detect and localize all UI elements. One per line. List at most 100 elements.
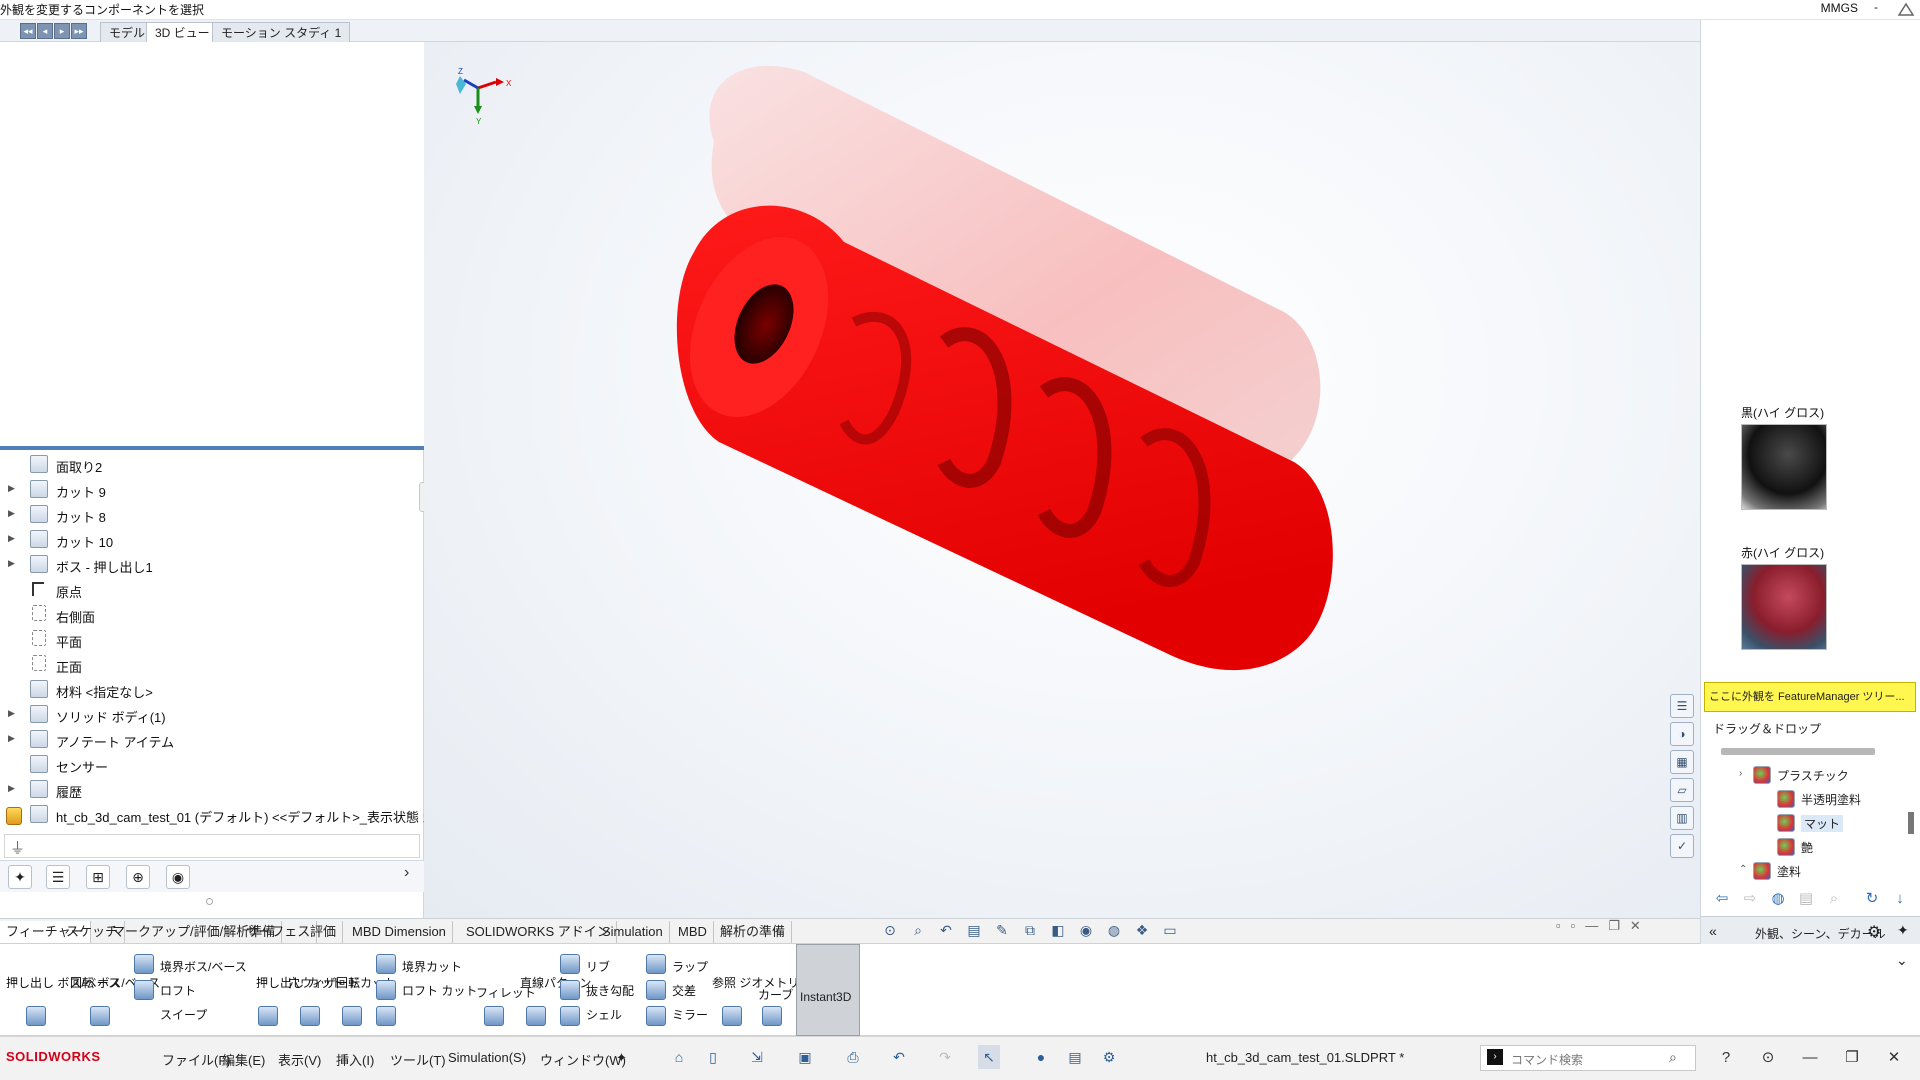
panel-grip-dot[interactable]	[206, 898, 213, 905]
tree-item-part-root[interactable]: ht_cb_3d_cam_test_01 (デフォルト) <<デフォルト>_表示…	[0, 802, 437, 827]
add-to-library-icon[interactable]: ▤	[1795, 888, 1817, 910]
display-manager-icon[interactable]: ◉	[166, 865, 190, 889]
sweep-icon[interactable]	[134, 954, 154, 974]
chevron-down-icon[interactable]: ⌄	[1896, 952, 1908, 969]
property-manager-icon[interactable]: ☰	[46, 865, 70, 889]
section-view-icon[interactable]: ▤	[964, 920, 984, 940]
tree-item-boss-extrude[interactable]: ▶ ボス - 押し出し1	[0, 552, 424, 577]
wrap-button[interactable]: ラップ	[672, 958, 708, 975]
hole-wizard-button[interactable]: 穴ウィザード	[288, 974, 360, 991]
expand-arrow-icon[interactable]: ▶	[8, 483, 15, 494]
extrude-boss-icon[interactable]	[26, 1006, 46, 1026]
menu-edit[interactable]: 編集(E)	[222, 1050, 265, 1069]
chevron-right-icon[interactable]: ›	[404, 864, 409, 882]
help-icon[interactable]: ?	[1712, 1045, 1740, 1071]
draft-button[interactable]: 抜き勾配	[586, 982, 634, 999]
boundary-boss-button[interactable]: 境界ボス/ベース	[160, 958, 247, 975]
curves-icon[interactable]	[762, 1006, 782, 1026]
undo-icon[interactable]: ↶	[888, 1045, 910, 1069]
print-icon[interactable]: ⎙	[842, 1045, 864, 1069]
vertical-scrollbar[interactable]	[1908, 812, 1914, 834]
intersect-button[interactable]: 交差	[672, 982, 696, 999]
menu-file[interactable]: ファイル(F)	[162, 1050, 231, 1069]
tree-item-front-plane[interactable]: 正面	[0, 652, 424, 677]
pin-icon[interactable]: ✦	[1897, 922, 1909, 939]
menu-view[interactable]: 表示(V)	[278, 1050, 321, 1069]
redo-icon[interactable]: ↷	[934, 1045, 956, 1069]
intersect-icon[interactable]	[646, 980, 666, 1000]
expand-arrow-icon[interactable]: ▶	[8, 733, 15, 744]
view-orientation-icon[interactable]: ⧉	[1020, 920, 1040, 940]
viewport-close-icon[interactable]: ✕	[1630, 918, 1641, 934]
download-icon[interactable]: ↓	[1889, 888, 1911, 910]
appearance-swatch-black[interactable]	[1741, 424, 1827, 510]
dimxpert-icon[interactable]: ⊕	[126, 865, 150, 889]
viewport-minimize-icon[interactable]: —	[1585, 918, 1598, 934]
wrap-icon[interactable]	[646, 954, 666, 974]
rib-button[interactable]: リブ	[586, 958, 610, 975]
options-gear-icon[interactable]: ⚙	[1098, 1045, 1120, 1069]
file-explorer-tab-icon[interactable]: ▱	[1670, 778, 1694, 802]
tab-addins[interactable]: SOLIDWORKS アドイン	[460, 921, 617, 943]
tree-item-right-plane[interactable]: 右側面	[0, 602, 424, 627]
apply-scene-icon[interactable]: ❖	[1132, 920, 1152, 940]
tree-item-history[interactable]: ▶ 履歴	[0, 777, 424, 802]
design-library-tab-icon[interactable]: ▦	[1670, 750, 1694, 774]
tree-item-cut-9[interactable]: ▶ カット 9	[0, 477, 424, 502]
feature-manager-icon[interactable]: ✦	[8, 865, 32, 889]
tree-item-annotations[interactable]: ▶ アノテート アイテム	[0, 727, 424, 752]
fillet-tool-icon[interactable]	[484, 1006, 504, 1026]
revolve-cut-icon[interactable]	[342, 1006, 362, 1026]
expand-arrow-icon[interactable]: ▶	[8, 533, 15, 544]
configuration-manager-icon[interactable]: ⊞	[86, 865, 110, 889]
view-triad[interactable]: X Y Z	[456, 67, 512, 126]
appearance-swatch-red[interactable]	[1741, 564, 1827, 650]
view-settings-icon[interactable]: ▭	[1160, 920, 1180, 940]
menu-tools[interactable]: ツール(T)	[390, 1050, 446, 1069]
menu-simulation[interactable]: Simulation(S)	[448, 1050, 526, 1065]
loft-button[interactable]: ロフト	[160, 982, 196, 999]
mirror-icon[interactable]	[646, 1006, 666, 1026]
display-style-icon[interactable]: ◧	[1048, 920, 1068, 940]
status-minimize[interactable]: -	[1874, 0, 1878, 14]
tree-item-chamfer[interactable]: 面取り2	[0, 452, 424, 477]
previous-view-icon[interactable]: ↶	[936, 920, 956, 940]
linear-pattern-button[interactable]: 直線パターン	[520, 974, 591, 991]
horizontal-scrollbar[interactable]	[1721, 748, 1875, 755]
zoom-to-fit-icon[interactable]: ⊙	[880, 920, 900, 940]
loft-icon[interactable]	[134, 980, 154, 1000]
linear-pattern-icon[interactable]	[526, 1006, 546, 1026]
tab-nav-prev-icon[interactable]: ◂	[37, 23, 53, 39]
boundary-cut-button[interactable]: 境界カット	[402, 958, 462, 975]
edit-appearance-icon[interactable]: ◍	[1104, 920, 1124, 940]
search-icon[interactable]: ⌕	[1669, 1049, 1677, 1066]
tree-item-origin[interactable]: 原点	[0, 577, 424, 602]
loft-cut-button[interactable]: ロフト カット	[402, 982, 477, 999]
tree-item-solid-bodies[interactable]: ▶ ソリッド ボディ(1)	[0, 702, 424, 727]
tab-mbd-dimension[interactable]: MBD Dimension	[346, 921, 453, 943]
rib-icon[interactable]	[560, 954, 580, 974]
shell-icon[interactable]	[560, 1006, 580, 1026]
fillet-icon[interactable]	[376, 954, 396, 974]
collapse-arrow-icon[interactable]: ⌃	[1739, 864, 1747, 875]
expand-arrow-icon[interactable]: ▶	[8, 783, 15, 794]
refresh-icon[interactable]: ↻	[1861, 888, 1883, 910]
tree-item-cut-10[interactable]: ▶ カット 10	[0, 527, 424, 552]
reference-geometry-icon[interactable]	[722, 1006, 742, 1026]
curves-button[interactable]: カーブ	[758, 986, 793, 1003]
unit-system-label[interactable]: MMGS	[1821, 1, 1858, 15]
expand-arrow-icon[interactable]: ›	[1739, 768, 1742, 779]
viewport-tile-icon[interactable]: ▫	[1571, 918, 1576, 934]
viewport-restore-icon[interactable]: ▫	[1556, 918, 1561, 934]
hide-show-icon[interactable]: ◉	[1076, 920, 1096, 940]
expand-arrow-icon[interactable]: ▶	[8, 558, 15, 569]
appearances-tab-icon[interactable]: ◑	[1670, 722, 1694, 746]
expand-arrow-icon[interactable]: ▶	[8, 708, 15, 719]
tab-3d-view[interactable]: 3D ビュー	[146, 22, 219, 42]
custom-properties-tab-icon[interactable]: ✓	[1670, 834, 1694, 858]
tab-motion-study[interactable]: モーション スタディ 1	[212, 22, 351, 42]
restore-button[interactable]: ❐	[1838, 1045, 1866, 1071]
fillet-button[interactable]: フィレット	[476, 984, 536, 1001]
viewport-maximize-icon[interactable]: ❐	[1608, 918, 1620, 934]
extrude-cut-icon[interactable]	[258, 1006, 278, 1026]
